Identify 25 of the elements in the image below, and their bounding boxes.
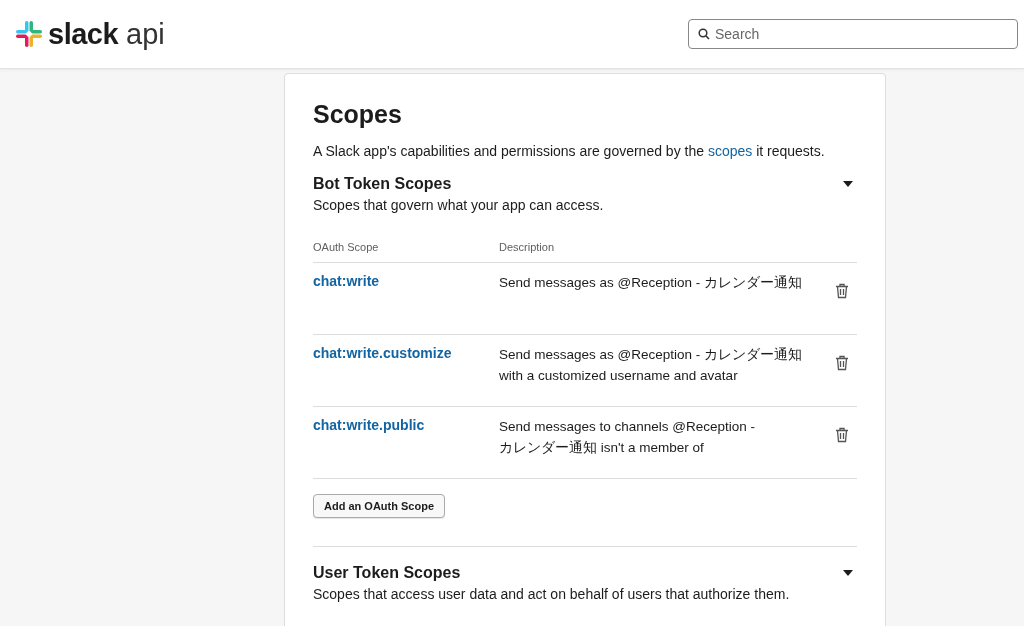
- scope-description: Send messages as @Reception - カレンダー通知 with a customized username and avatar: [499, 346, 804, 385]
- add-scope-button[interactable]: Add an OAuth Scope: [313, 494, 445, 518]
- scope-description: Send messages as @Reception - カレンダー通知: [499, 274, 804, 292]
- caret-icon[interactable]: [843, 181, 853, 187]
- scope-description: Send messages to channels @Reception - カレンダー通知 isn't a member of: [499, 418, 757, 457]
- intro-text: A Slack app's capabilities and permissions are governed by the scopes it requests.: [313, 143, 826, 159]
- search-field[interactable]: Search: [688, 19, 1018, 49]
- section-title: User Token Scopes: [313, 564, 461, 582]
- scopes-link[interactable]: scopes: [707, 143, 753, 159]
- logo-icon: [16, 21, 42, 47]
- section-title: Bot Token Scopes: [313, 175, 452, 193]
- section-subtitle: Scopes that access user data and act on behalf of users that authorize them.: [313, 586, 791, 602]
- trash-icon[interactable]: [835, 283, 849, 299]
- column-header: Description: [499, 241, 555, 253]
- scope-link[interactable]: chat:write: [313, 273, 380, 289]
- caret-icon[interactable]: [843, 570, 853, 576]
- logo-suffix: api: [126, 17, 165, 50]
- page-title: Scopes: [313, 100, 403, 129]
- scope-link[interactable]: chat:write.customize: [313, 345, 452, 361]
- trash-icon[interactable]: [835, 427, 849, 443]
- logo-wordmark: slack: [48, 17, 119, 50]
- section-subtitle: Scopes that govern what your app can access.: [313, 197, 605, 213]
- column-header: OAuth Scope: [313, 241, 380, 253]
- scope-link[interactable]: chat:write.public: [313, 417, 425, 433]
- trash-icon[interactable]: [835, 355, 849, 371]
